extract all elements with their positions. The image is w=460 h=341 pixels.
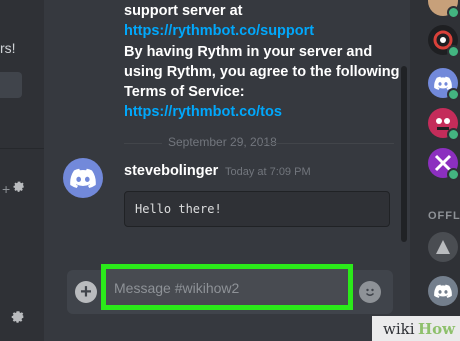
sidebar-fragment-text: rs! bbox=[0, 40, 16, 56]
tos-link[interactable]: https://rythmbot.co/tos bbox=[124, 101, 282, 124]
sidebar-divider bbox=[0, 148, 44, 149]
message-username[interactable]: stevebolinger bbox=[124, 163, 218, 179]
upload-plus-button[interactable]: + bbox=[75, 281, 97, 303]
code-block: Hello there! bbox=[124, 191, 390, 227]
user-settings-gear-icon[interactable] bbox=[10, 307, 26, 328]
channel-sidebar: rs! + bbox=[0, 0, 44, 341]
add-channel-button[interactable]: + bbox=[2, 181, 10, 197]
sidebar-channel-item[interactable] bbox=[0, 72, 22, 98]
emoji-icon[interactable] bbox=[359, 281, 381, 303]
offline-section-label: OFFL bbox=[428, 210, 460, 222]
online-status-dot bbox=[447, 168, 460, 181]
support-link[interactable]: https://rythmbot.co/support bbox=[124, 20, 314, 43]
message-input[interactable] bbox=[114, 276, 340, 300]
chat-scrollbar[interactable] bbox=[401, 66, 407, 242]
member-avatar[interactable] bbox=[428, 232, 458, 262]
user-avatar[interactable] bbox=[63, 158, 103, 198]
date-divider-line bbox=[124, 143, 162, 144]
member-avatar[interactable] bbox=[428, 276, 458, 306]
watermark-text-wiki: wiki bbox=[383, 320, 415, 338]
online-status-dot bbox=[447, 128, 460, 141]
code-text: Hello there! bbox=[135, 202, 222, 216]
date-divider-line bbox=[262, 143, 394, 144]
online-status-dot bbox=[447, 88, 460, 101]
date-separator: September 29, 2018 bbox=[168, 135, 277, 149]
online-status-dot bbox=[447, 6, 460, 19]
message-timestamp: Today at 7:09 PM bbox=[225, 166, 311, 178]
discord-logo-icon bbox=[70, 168, 96, 188]
gear-icon[interactable] bbox=[12, 178, 26, 197]
watermark-text-how: How bbox=[418, 320, 456, 338]
online-status-dot bbox=[447, 45, 460, 58]
